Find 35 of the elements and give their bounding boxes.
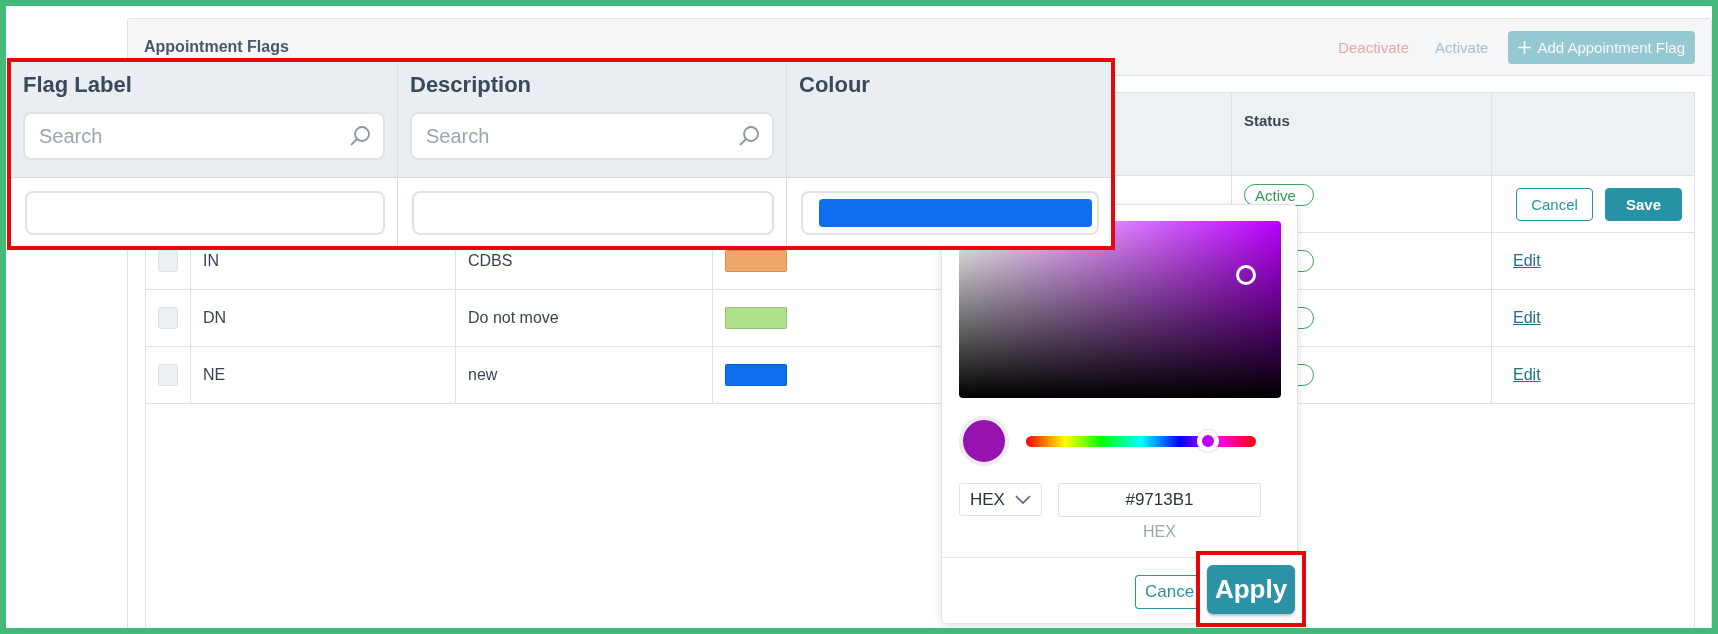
search-field[interactable]: Search	[23, 112, 385, 160]
column-header: Description	[410, 72, 532, 98]
colour-field[interactable]	[801, 191, 1099, 235]
picker-handle[interactable]	[1236, 265, 1257, 286]
saturation-area[interactable]	[959, 221, 1281, 398]
cancel-button[interactable]: Cancel	[1516, 187, 1593, 221]
table-cell: IN	[203, 252, 219, 270]
search-field[interactable]: Search	[410, 112, 774, 160]
field-label: HEX	[1143, 523, 1176, 541]
row-checkbox[interactable]	[158, 307, 178, 329]
table-cell: Do not move	[468, 309, 559, 327]
row-checkbox[interactable]	[158, 364, 178, 386]
edit-link[interactable]: Edit	[1504, 366, 1541, 384]
hex-input[interactable]: #9713B1	[1058, 483, 1261, 517]
column-header: Flag Label	[23, 72, 132, 98]
row-checkbox[interactable]	[158, 250, 178, 272]
table-cell: DN	[203, 309, 227, 327]
table-cell: CDBS	[468, 252, 513, 270]
input-field[interactable]	[412, 191, 774, 235]
format-dropdown[interactable]: HEX	[959, 483, 1042, 516]
edit-link[interactable]: Edit	[1504, 252, 1541, 270]
table-cell: new	[468, 366, 498, 384]
search-icon	[738, 125, 760, 147]
save-button[interactable]: Save	[1605, 187, 1682, 221]
chevron-down-icon	[1015, 494, 1031, 505]
column-header: Colour	[799, 72, 870, 98]
edit-link[interactable]: Edit	[1504, 309, 1541, 327]
card-title: Appointment Flags	[144, 38, 289, 56]
table-cell: NE	[203, 366, 226, 384]
search-icon	[349, 125, 371, 147]
input-field[interactable]	[25, 191, 385, 235]
column-header: Status	[1244, 112, 1290, 129]
apply-button[interactable]: Apply	[1207, 564, 1295, 614]
cancel-button[interactable]: Cance	[1135, 575, 1197, 609]
plus-icon	[1518, 40, 1532, 54]
